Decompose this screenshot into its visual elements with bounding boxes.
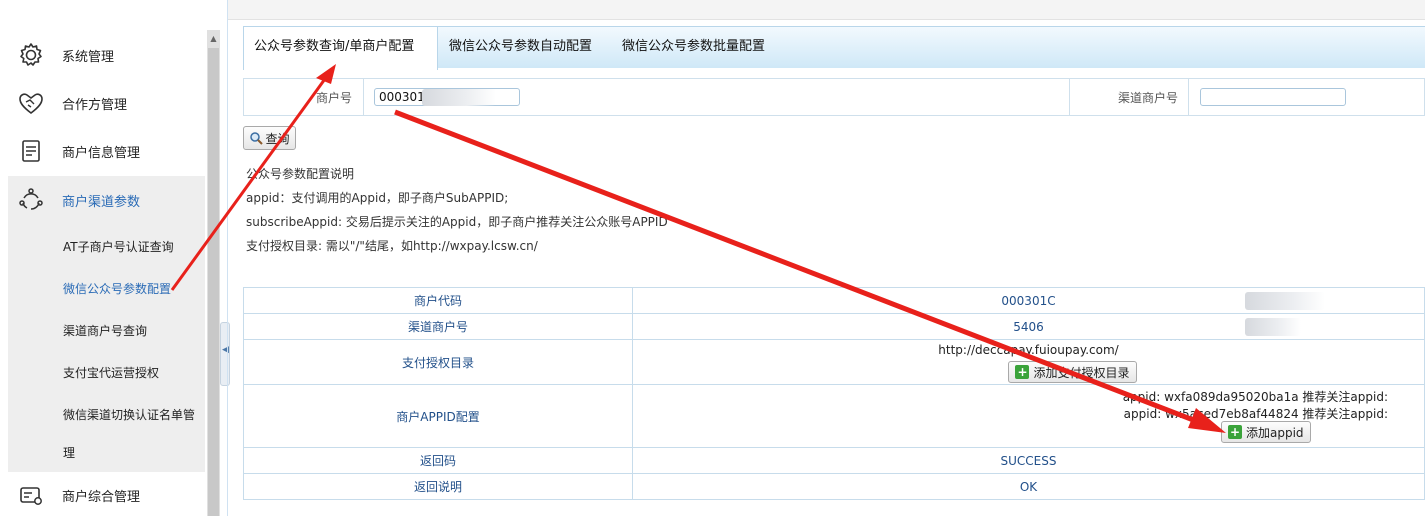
- query-button-label: 查询: [265, 131, 290, 146]
- sidebar: 系统管理 合作方管理 商户信息管理 商户渠道参数 AT子商户号认证查询 微信公众…: [0, 0, 220, 516]
- merchant-label-cell: 商户号: [244, 79, 364, 115]
- appid-entry: appid: wx5aced7eb8af44824 推荐关注appid:: [1123, 407, 1388, 421]
- return-msg-label: 返回说明: [243, 473, 633, 500]
- add-appid-button[interactable]: + 添加appid: [1221, 421, 1311, 443]
- sidebar-scroll-thumb[interactable]: [208, 48, 219, 516]
- appid-entry: appid: wxfa089da95020ba1a 推荐关注appid:: [1122, 390, 1388, 404]
- submenu-item-wechat-params[interactable]: 微信公众号参数配置: [8, 272, 205, 302]
- table-row: 商户代码 000301C: [243, 287, 1425, 314]
- sidebar-item-merchant-info[interactable]: 商户信息管理: [0, 127, 205, 175]
- sidebar-item-system[interactable]: 系统管理: [0, 31, 205, 79]
- card-settings-icon: [20, 487, 42, 505]
- submenu-item-label-continued: 理: [63, 446, 76, 460]
- submenu-item-label: 支付宝代运营授权: [63, 366, 160, 380]
- appid-config-label: 商户APPID配置: [243, 384, 633, 448]
- app-window: 系统管理 合作方管理 商户信息管理 商户渠道参数 AT子商户号认证查询 微信公众…: [0, 0, 1425, 516]
- tab-bar: 公众号参数查询/单商户配置 微信公众号参数自动配置 微信公众号参数批量配置: [243, 26, 1425, 70]
- pay-dir-value: http://deccapay.fuioupay.com/: [938, 343, 1119, 357]
- appid-config-cell: appid: wxfa089da95020ba1a 推荐关注appid: app…: [632, 384, 1425, 448]
- submenu-item-label: 渠道商户号查询: [63, 324, 148, 338]
- return-code-label: 返回码: [243, 447, 633, 474]
- redaction-blur: [1245, 318, 1301, 336]
- sidebar-item-merchant-general[interactable]: 商户综合管理: [0, 471, 205, 516]
- sidebar-item-label: 系统管理: [62, 49, 115, 65]
- sidebar-item-partner[interactable]: 合作方管理: [0, 79, 205, 127]
- pay-dir-label: 支付授权目录: [243, 339, 633, 385]
- magnifier-icon: [250, 132, 264, 145]
- notes-title: 公众号参数配置说明: [246, 167, 355, 181]
- return-msg-value: OK: [632, 473, 1425, 500]
- submenu-item-wechat-switch-list[interactable]: 微信渠道切换认证名单管 理: [8, 398, 205, 466]
- tab-label: 公众号参数查询/单商户配置: [254, 39, 415, 54]
- sidebar-item-label: 商户综合管理: [62, 489, 141, 505]
- table-row: 返回码 SUCCESS: [243, 447, 1425, 474]
- add-pay-dir-button[interactable]: + 添加支付授权目录: [1008, 361, 1137, 383]
- result-table: 商户代码 000301C 渠道商户号 5406 支付授权目录 http://de…: [243, 287, 1425, 500]
- submenu-item-label: AT子商户号认证查询: [63, 240, 174, 254]
- redaction-blur: [422, 89, 496, 106]
- channel-merchant-no-input[interactable]: [1200, 88, 1346, 106]
- channel-no-value: 5406: [1013, 319, 1044, 334]
- plus-icon: +: [1015, 365, 1030, 379]
- channel-no-cell: 5406: [632, 313, 1425, 340]
- tab-label: 微信公众号参数自动配置: [449, 39, 593, 54]
- table-row: 返回说明 OK: [243, 473, 1425, 500]
- config-notes: 公众号参数配置说明 appid：支付调用的Appid，即子商户SubAPPID;…: [246, 165, 1046, 261]
- sidebar-item-label: 商户渠道参数: [62, 194, 141, 210]
- submenu-item-channel-query[interactable]: 渠道商户号查询: [8, 314, 205, 344]
- plus-icon: +: [1228, 425, 1242, 439]
- tab-auto-config[interactable]: 微信公众号参数自动配置: [449, 27, 592, 69]
- notes-line: appid：支付调用的Appid，即子商户SubAPPID;: [246, 191, 509, 205]
- channel-no-label: 渠道商户号: [243, 313, 633, 340]
- notes-line: subscribeAppid: 交易后提示关注的Appid，即子商户推荐关注公众…: [246, 215, 668, 229]
- table-row: 商户APPID配置 appid: wxfa089da95020ba1a 推荐关注…: [243, 384, 1425, 448]
- channel-label-cell: 渠道商户号: [1069, 79, 1189, 115]
- sidebar-item-channel-params[interactable]: 商户渠道参数: [8, 176, 205, 224]
- submenu-item-label: 微信渠道切换认证名单管: [63, 408, 196, 422]
- gear-icon: [20, 43, 42, 66]
- pay-dir-cell: http://deccapay.fuioupay.com/ + 添加支付授权目录: [632, 339, 1425, 385]
- sidebar-item-label: 商户信息管理: [62, 145, 141, 161]
- table-row: 支付授权目录 http://deccapay.fuioupay.com/ + 添…: [243, 339, 1425, 385]
- merchant-no-label: 商户号: [316, 91, 353, 105]
- return-code-value: SUCCESS: [632, 447, 1425, 474]
- document-list-icon: [22, 140, 40, 162]
- tab-label: 微信公众号参数批量配置: [622, 39, 766, 54]
- merchant-code-label: 商户代码: [243, 287, 633, 314]
- submenu-item-label: 微信公众号参数配置: [63, 282, 172, 296]
- submenu-item-alipay-auth[interactable]: 支付宝代运营授权: [8, 356, 205, 386]
- tab-batch-config[interactable]: 微信公众号参数批量配置: [622, 27, 765, 69]
- redaction-blur: [1245, 292, 1325, 310]
- query-button[interactable]: 查询: [243, 126, 296, 150]
- add-pay-dir-label: 添加支付授权目录: [1033, 365, 1130, 380]
- tab-single-merchant-config[interactable]: 公众号参数查询/单商户配置: [243, 26, 438, 70]
- sidebar-item-label: 合作方管理: [62, 97, 128, 113]
- main-content: 公众号参数查询/单商户配置 微信公众号参数自动配置 微信公众号参数批量配置 商户…: [228, 0, 1425, 516]
- handshake-icon: [19, 93, 43, 115]
- top-band: [228, 0, 1425, 20]
- notes-line: 支付授权目录: 需以"/"结尾，如http://wxpay.lcsw.cn/: [246, 239, 538, 253]
- submenu-item-at-auth-query[interactable]: AT子商户号认证查询: [8, 230, 205, 260]
- channel-nodes-icon: [19, 188, 43, 210]
- table-row: 渠道商户号 5406: [243, 313, 1425, 340]
- merchant-code-value: 000301C: [1001, 293, 1056, 308]
- search-form: 商户号 000301C 渠道商户号: [243, 78, 1425, 116]
- merchant-code-cell: 000301C: [632, 287, 1425, 314]
- add-appid-label: 添加appid: [1246, 425, 1304, 440]
- channel-merchant-no-label: 渠道商户号: [1118, 91, 1179, 105]
- scroll-up-arrow-icon[interactable]: ▲: [208, 34, 219, 44]
